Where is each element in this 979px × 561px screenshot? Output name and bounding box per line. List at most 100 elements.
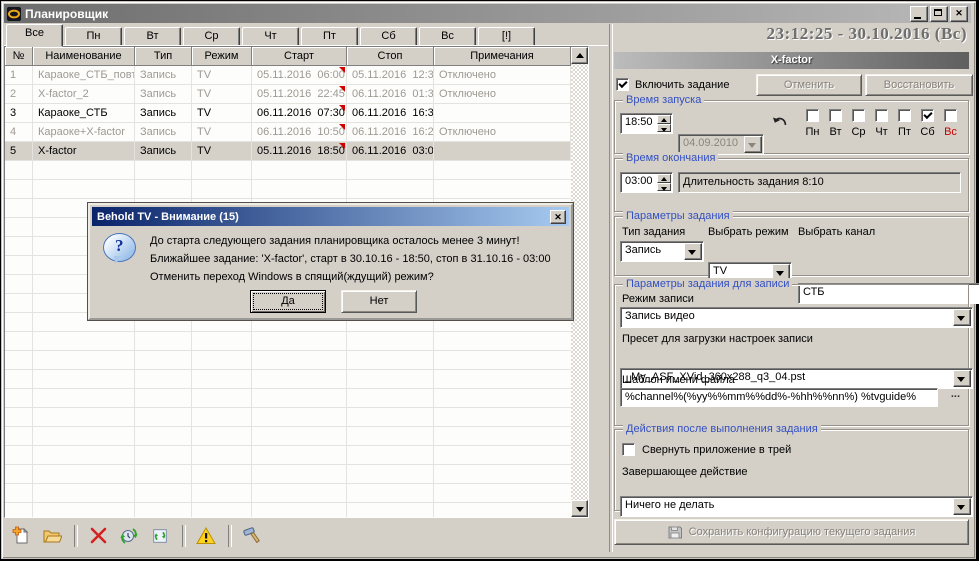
tab-sun[interactable]: Вс [419,27,476,46]
cell-num: 2 [5,85,33,104]
tab-strip: Все Пн Вт Ср Чт Пт Сб Вс [!] [6,25,537,46]
day-wed[interactable]: Ср [847,109,870,138]
select-channel-label: Выбрать канал [798,226,875,238]
cell-stop: 06.11.2016 16:20 [347,123,434,142]
close-button[interactable]: ✕ [950,6,968,22]
end-time-spinner[interactable]: 03:00 [620,172,673,193]
spin-down-button[interactable] [657,124,671,133]
save-config-button[interactable]: Сохранить конфигурацию текущего задания [614,519,969,545]
filename-template-label: Шаблон имени файла [622,374,735,386]
day-checkbox[interactable] [852,109,865,122]
filename-template-input[interactable]: %channel%(%yy%%mm%%dd%-%hh%%nn%) %tvguid… [620,388,938,407]
col-num[interactable]: № [5,47,33,66]
day-sun[interactable]: Вс [939,109,962,138]
day-sat[interactable]: Сб [916,109,939,138]
table-row[interactable]: 2 X-factor_2 Запись TV 05.11.2016 22:45 … [5,85,571,104]
tab-fri[interactable]: Пт [301,27,358,46]
col-notes[interactable]: Примечания [434,47,571,66]
open-button[interactable] [41,525,63,547]
day-fri[interactable]: Пт [893,109,916,138]
combo-arrow-button[interactable] [684,243,702,260]
start-marker-icon [339,143,345,149]
tab-sat[interactable]: Сб [360,27,417,46]
chevron-down-icon [776,271,784,276]
cancel-button[interactable]: Отменить [756,74,862,96]
cell-type: Запись [135,104,192,123]
combo-arrow-button[interactable] [953,370,971,387]
dialog-close-button[interactable]: ✕ [550,210,566,224]
enable-task-checkbox[interactable] [616,78,629,91]
day-tue[interactable]: Вт [824,109,847,138]
tab-tue[interactable]: Вт [124,27,181,46]
spin-down-button[interactable] [657,183,671,192]
tab-thu[interactable]: Чт [242,27,299,46]
spin-up-button[interactable] [657,174,671,183]
scroll-down-button[interactable] [571,500,588,517]
cell-note [434,142,571,161]
combo-arrow-button[interactable] [744,136,762,153]
day-checkbox[interactable] [829,109,842,122]
system-clock: 23:12:25 - 30.10.2016 (Вс) [767,24,967,44]
tab-wed[interactable]: Ср [183,27,240,46]
start-marker-icon [339,124,345,130]
final-action-combo[interactable]: Ничего не делать [620,496,973,517]
table-row[interactable]: 3 Караоке_СТБ Запись TV 06.11.2016 07:30… [5,104,571,123]
record-mode-combo[interactable]: Запись видео [620,307,973,328]
final-action-label: Завершающее действие [622,466,747,478]
cell-stop: 06.11.2016 16:30 [347,104,434,123]
end-time-group-title: Время окончания [623,152,718,165]
cell-note: Отключено [434,123,571,142]
minimize-button[interactable] [910,6,928,22]
day-mon[interactable]: Пн [801,109,824,138]
minimize-to-tray-checkbox[interactable] [622,443,635,456]
day-checkbox[interactable] [806,109,819,122]
restore-button[interactable]: Восстановить [865,74,973,96]
day-checkbox[interactable] [944,109,957,122]
delete-task-button[interactable] [87,525,109,547]
start-time-spinner[interactable]: 18:50 [620,113,673,134]
table-row-selected[interactable]: 5 X-factor Запись TV 05.11.2016 18:50 06… [5,142,571,161]
cell-type: Запись [135,85,192,104]
cell-start: 06.11.2016 07:30 [252,104,347,123]
day-checkbox[interactable] [898,109,911,122]
tab-mon[interactable]: Пн [65,27,122,46]
cell-start: 06.11.2016 10:50 [252,123,347,142]
new-task-button[interactable] [10,525,32,547]
undo-icon[interactable] [772,116,788,129]
day-checkbox[interactable] [921,109,934,122]
day-thu[interactable]: Чт [870,109,893,138]
tools-button[interactable] [241,525,263,547]
refresh-button[interactable] [149,525,171,547]
cell-start: 05.11.2016 22:45 [252,85,347,104]
vertical-scrollbar[interactable] [571,47,588,517]
combo-arrow-button[interactable] [953,498,971,515]
combo-arrow-button[interactable] [953,309,971,326]
task-params-group: Параметры задания Тип задания Выбрать ре… [614,216,969,276]
tab-all[interactable]: Все [6,24,63,47]
col-start[interactable]: Старт [252,47,347,66]
day-checkbox[interactable] [875,109,888,122]
table-row[interactable]: 1 Караоке_СТБ_повтор Запись TV 05.11.201… [5,66,571,85]
col-name[interactable]: Наименование [33,47,135,66]
scroll-down-icon [576,507,584,512]
col-mode[interactable]: Режим [192,47,252,66]
col-stop[interactable]: Стоп [347,47,434,66]
dialog-message: До старта следующего задания планировщик… [150,232,551,286]
close-icon: ✕ [554,212,562,222]
cell-stop: 06.11.2016 01:30 [347,85,434,104]
task-type-combo[interactable]: Запись [620,241,704,262]
table-row[interactable]: 4 Караоке+X-factor Запись TV 06.11.2016 … [5,123,571,142]
spin-up-button[interactable] [657,115,671,124]
yes-button[interactable]: Да [250,290,326,313]
maximize-button[interactable] [930,6,948,22]
col-type[interactable]: Тип [135,47,192,66]
task-type-label: Тип задания [622,226,685,238]
no-button[interactable]: Нет [341,290,417,313]
scroll-up-button[interactable] [571,47,588,64]
cell-num: 5 [5,142,33,161]
window-title: Планировщик [25,7,108,21]
refresh-tasks-button[interactable] [118,525,140,547]
warnings-button[interactable] [195,525,217,547]
browse-button[interactable]: ... [951,388,960,400]
tab-alerts[interactable]: [!] [478,27,535,46]
